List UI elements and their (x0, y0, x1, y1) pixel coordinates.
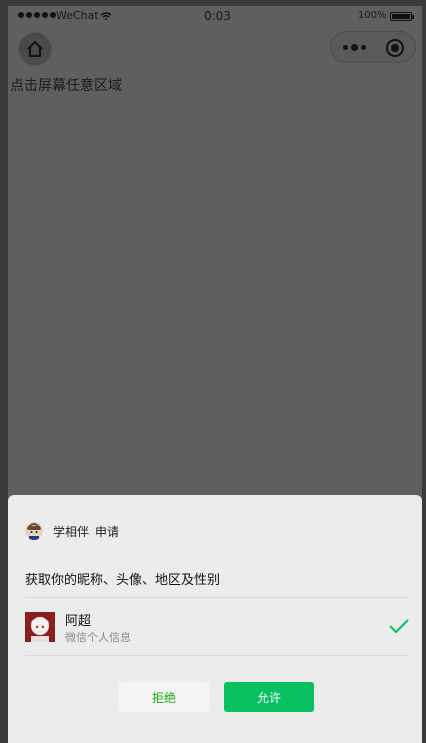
user-avatar (25, 612, 55, 642)
app-avatar (25, 522, 43, 540)
signal-icon (18, 12, 56, 18)
divider (25, 597, 408, 598)
user-name: 阿超 (65, 614, 92, 629)
home-icon (27, 41, 43, 57)
reject-button[interactable]: 拒绝 (119, 682, 209, 712)
app-name: 学相伴 (53, 524, 90, 539)
allow-button[interactable]: 允许 (224, 682, 314, 712)
request-label: 申请 (95, 524, 120, 539)
home-button[interactable] (18, 32, 52, 66)
target-circle-icon[interactable] (386, 39, 404, 57)
check-icon[interactable] (389, 619, 409, 633)
app-info-row: 学相伴 申请 (25, 522, 119, 540)
status-time: 0:03 (204, 9, 231, 23)
permission-text: 获取你的昵称、头像、地区及性别 (25, 573, 221, 588)
battery-percent: 100% (358, 10, 387, 21)
capsule-menu[interactable] (330, 31, 416, 63)
more-dots-icon[interactable] (343, 44, 366, 51)
user-subtitle: 微信个人信息 (65, 631, 131, 644)
authorization-sheet: 学相伴 申请 获取你的昵称、头像、地区及性别 阿超 微信个人信息 拒绝 允许 (8, 495, 422, 743)
divider (25, 655, 408, 656)
wifi-icon (100, 12, 112, 20)
tap-hint-text: 点击屏幕任意区域 (10, 78, 122, 94)
status-bar: WeChat 0:03 100% (8, 6, 422, 28)
carrier-label: WeChat (56, 9, 99, 22)
battery-icon (390, 12, 414, 21)
